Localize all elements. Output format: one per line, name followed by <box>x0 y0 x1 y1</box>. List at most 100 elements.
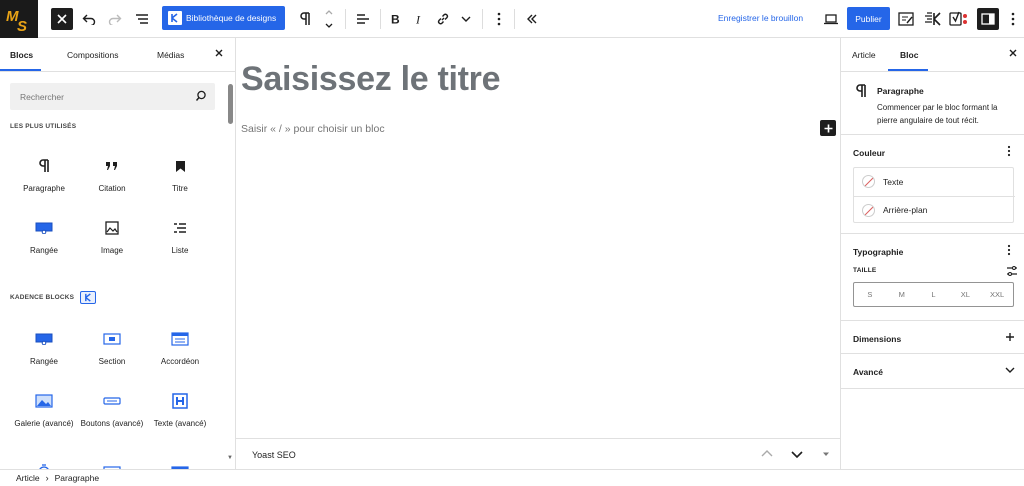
typography-options-button[interactable] <box>1007 244 1011 259</box>
list-icon <box>173 218 187 238</box>
color-panel: Couleur Texte Arrière-plan <box>841 135 1024 234</box>
block-card-description: Commencer par le bloc formant la pierre … <box>877 103 998 125</box>
font-size-xl[interactable]: XL <box>949 283 981 306</box>
close-inserter-button[interactable] <box>51 8 73 30</box>
move-block-buttons[interactable] <box>322 5 336 33</box>
typography-panel: Typographie TAILLE S M L XL XXL <box>841 234 1024 321</box>
yoast-move-up-button[interactable] <box>760 447 774 464</box>
block-paragraph[interactable]: Paragraphe <box>12 156 76 194</box>
kadence-block-partial[interactable] <box>148 461 212 469</box>
background-color-option[interactable]: Arrière-plan <box>854 196 1015 223</box>
block-label: Accordéon <box>160 357 200 366</box>
kadence-gallery-icon <box>35 391 53 411</box>
kadence-block-section[interactable]: Section <box>80 329 144 367</box>
kadence-block-row[interactable]: Rangée <box>12 329 76 367</box>
collapse-toolbar-button[interactable] <box>524 7 540 31</box>
toolbar-divider <box>514 9 515 29</box>
block-list[interactable]: Liste <box>148 218 212 256</box>
tab-media[interactable]: Médias <box>157 50 184 60</box>
post-title-field[interactable]: Saisissez le titre <box>241 60 501 99</box>
yoast-meta-box: Yoast SEO <box>236 438 840 469</box>
close-sidebar-button[interactable] <box>1008 48 1018 61</box>
bold-button[interactable]: B <box>388 7 402 31</box>
chevrons-left-icon <box>527 14 537 24</box>
block-quote[interactable]: Citation <box>80 156 144 194</box>
inserter-scrollbar[interactable] <box>228 84 233 124</box>
kadence-section-icon <box>103 329 121 349</box>
image-icon <box>105 218 119 238</box>
kadence-form-icon <box>103 461 121 469</box>
italic-button[interactable]: I <box>412 7 426 31</box>
custom-size-button[interactable] <box>1006 265 1018 280</box>
options-button[interactable] <box>1007 7 1019 31</box>
block-label: Galerie (avancé) <box>14 419 74 428</box>
advanced-toggle-button[interactable] <box>1005 366 1015 377</box>
add-block-button[interactable] <box>820 120 836 136</box>
block-heading[interactable]: Titre <box>148 156 212 194</box>
pilcrow-icon <box>855 84 867 101</box>
kadence-block-advanced-text[interactable]: Texte (avancé) <box>148 391 212 429</box>
color-panel-title: Couleur <box>853 148 886 158</box>
block-label: Paragraphe <box>23 184 65 193</box>
advanced-panel[interactable]: Avancé <box>841 354 1024 389</box>
kadence-block-buttons[interactable]: Boutons (avancé) <box>80 391 144 429</box>
preview-button[interactable] <box>822 7 840 31</box>
dimensions-panel[interactable]: Dimensions <box>841 321 1024 354</box>
more-vertical-icon <box>497 12 501 26</box>
font-size-m[interactable]: M <box>886 283 918 306</box>
align-button[interactable] <box>354 7 372 31</box>
save-draft-button[interactable]: Enregistrer le brouillon <box>718 13 803 23</box>
kadence-block-partial[interactable] <box>80 461 144 469</box>
italic-icon: I <box>415 13 421 25</box>
tab-post[interactable]: Article <box>852 50 876 60</box>
text-color-label: Texte <box>883 176 904 187</box>
toolbar-divider <box>380 9 381 29</box>
close-inserter-button[interactable] <box>214 48 224 61</box>
more-formats-button[interactable] <box>459 7 473 31</box>
block-image[interactable]: Image <box>80 218 144 256</box>
redo-button[interactable] <box>106 7 124 31</box>
block-options-button[interactable] <box>492 7 506 31</box>
yoast-move-down-button[interactable] <box>790 447 804 464</box>
kadence-block-partial[interactable] <box>12 461 76 469</box>
text-color-option[interactable]: Texte <box>854 168 1015 195</box>
kadence-block-accordion[interactable]: Accordéon <box>148 329 212 367</box>
paragraph-block[interactable]: Saisir « / » pour choisir un bloc <box>241 123 385 135</box>
kadence-blocks-button[interactable] <box>923 7 943 31</box>
yoast-seo-button[interactable] <box>948 7 970 31</box>
font-size-picker: S M L XL XXL <box>853 282 1014 307</box>
color-options-button[interactable] <box>1007 145 1011 160</box>
block-type-button[interactable] <box>297 7 313 31</box>
tab-blocks[interactable]: Blocs <box>10 50 33 60</box>
font-size-xxl[interactable]: XXL <box>981 283 1013 306</box>
font-size-s[interactable]: S <box>854 283 886 306</box>
link-button[interactable] <box>435 7 451 31</box>
yoast-toggle-button[interactable] <box>820 447 832 464</box>
settings-sidebar-button[interactable] <box>977 8 999 30</box>
publish-button[interactable]: Publier <box>847 7 890 30</box>
block-row[interactable]: Rangée <box>12 218 76 256</box>
bookmark-icon <box>175 156 186 176</box>
site-logo[interactable]: M S <box>0 0 38 38</box>
font-size-l[interactable]: L <box>918 283 950 306</box>
breadcrumb-item-post[interactable]: Article <box>16 473 40 483</box>
block-search-input[interactable] <box>10 83 190 110</box>
document-overview-button[interactable] <box>133 7 151 31</box>
close-icon <box>1009 49 1017 57</box>
tab-patterns[interactable]: Compositions <box>67 50 119 60</box>
undo-button[interactable] <box>80 7 98 31</box>
kadence-block-gallery[interactable]: Galerie (avancé) <box>12 391 76 429</box>
tab-block[interactable]: Bloc <box>900 50 918 60</box>
add-dimension-button[interactable] <box>1005 332 1015 345</box>
align-left-icon <box>357 14 369 24</box>
chevron-down-icon <box>1005 367 1015 373</box>
breadcrumb-item-paragraph[interactable]: Paragraphe <box>55 473 99 483</box>
scroll-down-arrow[interactable]: ▼ <box>227 455 233 461</box>
chevron-right-icon: › <box>45 473 49 483</box>
kadence-settings-button[interactable] <box>897 7 915 31</box>
toolbar-divider <box>345 9 346 29</box>
settings-sidebar: Article Bloc Paragraphe Commencer par le… <box>840 38 1024 469</box>
design-library-button[interactable]: Bibliothèque de designs <box>162 6 285 30</box>
block-label: Texte (avancé) <box>153 419 207 428</box>
more-vertical-icon <box>1007 244 1011 256</box>
